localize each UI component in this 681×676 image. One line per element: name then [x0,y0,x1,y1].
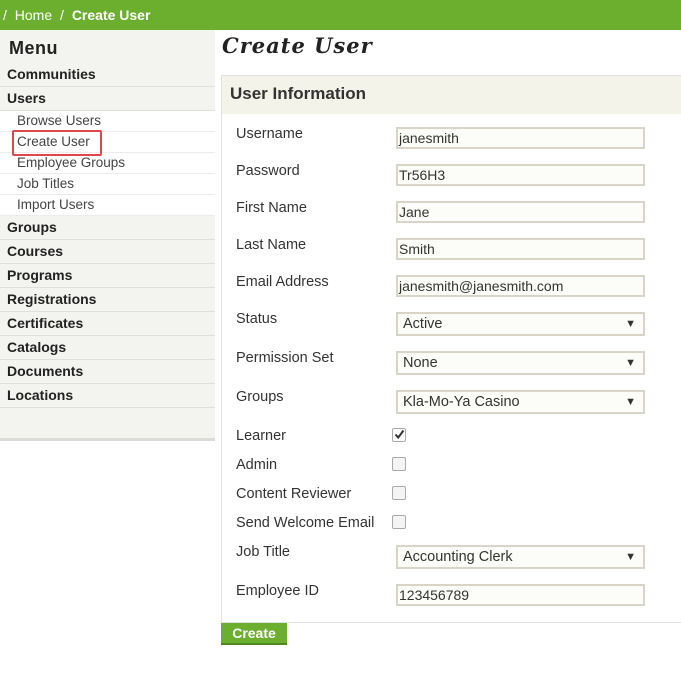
learner-label: Learner [236,428,286,444]
last-name-field[interactable]: Smith [396,238,645,260]
sidebar-subitem-import-users[interactable]: Import Users [0,195,215,216]
sidebar-menu: Communities Users Browse Users Create Us… [0,63,215,408]
checkmark-icon [394,429,405,440]
users-submenu: Browse Users Create User Employee Groups… [0,111,215,216]
sidebar-item-courses[interactable]: Courses [0,240,215,264]
send-welcome-email-label: Send Welcome Email [236,515,375,531]
admin-checkbox[interactable] [392,457,406,471]
job-title-select[interactable]: Accounting Clerk ▼ [396,545,645,569]
breadcrumb-bar: / Home / Create User [0,0,681,30]
groups-label: Groups [236,389,284,405]
password-field[interactable]: Tr56H3 [396,164,645,186]
panel-title: User Information [222,76,681,114]
email-label: Email Address [236,274,329,290]
content-reviewer-label: Content Reviewer [236,486,352,502]
last-name-label: Last Name [236,237,307,253]
sidebar-item-registrations[interactable]: Registrations [0,288,215,312]
sidebar-item-locations[interactable]: Locations [0,384,215,408]
username-label: Username [236,126,303,142]
breadcrumb: / Home / Create User [3,7,154,23]
sidebar-item-catalogs[interactable]: Catalogs [0,336,215,360]
sidebar-subitem-browse-users[interactable]: Browse Users [0,111,215,132]
chevron-down-icon: ▼ [625,551,636,563]
chevron-down-icon: ▼ [625,357,636,369]
content-reviewer-checkbox[interactable] [392,486,406,500]
status-select-value: Active [403,316,443,332]
sidebar-item-users[interactable]: Users [0,87,215,111]
permission-set-select[interactable]: None ▼ [396,351,645,375]
chevron-down-icon: ▼ [625,396,636,408]
username-field[interactable]: janesmith [396,127,645,149]
employee-id-label: Employee ID [236,583,320,599]
breadcrumb-separator: / [60,7,64,23]
status-select[interactable]: Active ▼ [396,312,645,336]
sidebar: Menu Communities Users Browse Users Crea… [0,30,215,441]
groups-select[interactable]: Kla-Mo-Ya Casino ▼ [396,390,645,414]
password-label: Password [236,163,300,179]
page-title: Create User [222,33,373,58]
permission-set-select-value: None [403,355,438,371]
sidebar-item-groups[interactable]: Groups [0,216,215,240]
create-button[interactable]: Create [221,623,287,645]
job-title-select-value: Accounting Clerk [403,549,513,565]
sidebar-item-certificates[interactable]: Certificates [0,312,215,336]
learner-checkbox[interactable] [392,428,406,442]
first-name-field[interactable]: Jane [396,201,645,223]
groups-select-value: Kla-Mo-Ya Casino [403,394,520,410]
sidebar-item-programs[interactable]: Programs [0,264,215,288]
sidebar-subitem-job-titles[interactable]: Job Titles [0,174,215,195]
permission-set-label: Permission Set [236,350,334,366]
breadcrumb-home-link[interactable]: Home [15,7,52,23]
chevron-down-icon: ▼ [625,318,636,330]
send-welcome-email-checkbox[interactable] [392,515,406,529]
sidebar-item-documents[interactable]: Documents [0,360,215,384]
first-name-label: First Name [236,200,307,216]
email-field[interactable]: janesmith@janesmith.com [396,275,645,297]
employee-id-field[interactable]: 123456789 [396,584,645,606]
menu-title: Menu [9,38,58,58]
sidebar-subitem-create-user[interactable]: Create User [0,130,215,156]
user-information-panel: User Information Username janesmith Pass… [221,75,681,623]
breadcrumb-separator: / [3,7,7,23]
job-title-label: Job Title [236,544,290,560]
breadcrumb-current: Create User [71,7,151,23]
sidebar-subitem-employee-groups[interactable]: Employee Groups [0,153,215,174]
admin-label: Admin [236,457,278,473]
sidebar-item-communities[interactable]: Communities [0,63,215,87]
status-label: Status [236,311,278,327]
